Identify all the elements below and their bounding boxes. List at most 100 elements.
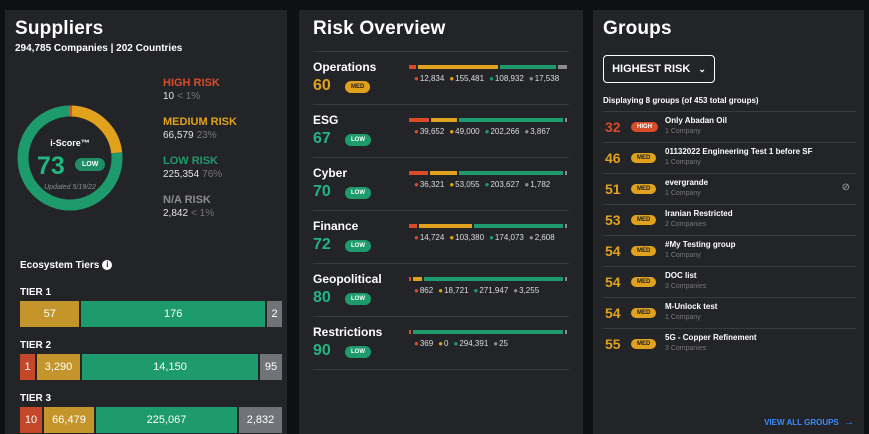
risk-stats: ●369 ●0 ●294,391 ●25 bbox=[409, 339, 508, 348]
risk-row[interactable]: Cyber 70 LOW ●36,321 ●53,055 ●203,627 ●1,782 bbox=[313, 158, 569, 211]
tier-segment[interactable]: 1 bbox=[20, 354, 35, 380]
group-row[interactable]: 53 MED Iranian Restricted 2 Companies bbox=[603, 204, 856, 235]
risk-count: 103,380 bbox=[455, 233, 485, 242]
risk-bar-segment bbox=[565, 118, 567, 122]
tier-segment[interactable]: 225,067 bbox=[96, 407, 237, 433]
group-company-count: 3 Companies bbox=[665, 283, 707, 290]
risk-count: 294,391 bbox=[459, 339, 489, 348]
group-row[interactable]: 54 MED DOC list 3 Companies bbox=[603, 266, 856, 297]
risk-bar-segment bbox=[418, 224, 472, 228]
tier-segment[interactable]: 95 bbox=[260, 354, 282, 380]
tier-segment[interactable]: 2 bbox=[267, 301, 282, 327]
risk-count: 3,867 bbox=[530, 127, 551, 136]
tier-segment[interactable]: 10 bbox=[20, 407, 42, 433]
legend-count: 225,354 bbox=[163, 169, 200, 180]
risk-bar-segment bbox=[409, 171, 428, 175]
group-name[interactable]: DOC list bbox=[665, 271, 697, 280]
bullet-icon: ● bbox=[489, 233, 494, 242]
tier-segment[interactable]: 3,290 bbox=[37, 354, 80, 380]
bullet-icon: ● bbox=[414, 180, 419, 189]
risk-count: 18,721 bbox=[444, 286, 469, 295]
risk-score: 60 bbox=[313, 77, 331, 94]
group-name[interactable]: M-Unlock test bbox=[665, 302, 717, 311]
group-row[interactable]: 54 MED #My Testing group 1 Company bbox=[603, 235, 856, 266]
iscore-pill: LOW bbox=[75, 158, 106, 171]
group-pill: MED bbox=[631, 215, 657, 225]
group-name[interactable]: Iranian Restricted bbox=[665, 209, 733, 218]
ecosystem-title: Ecosystem Tiers i bbox=[20, 260, 113, 271]
risk-bar bbox=[409, 224, 569, 228]
group-row[interactable]: 46 MED 01132022 Engineering Test 1 before … bbox=[603, 142, 856, 173]
group-name[interactable]: evergrande bbox=[665, 178, 708, 187]
group-name[interactable]: 5G - Copper Refinement bbox=[665, 333, 757, 342]
risk-bar-segment bbox=[409, 118, 430, 122]
bullet-icon: ● bbox=[449, 233, 455, 242]
risk-bar-segment bbox=[409, 224, 417, 228]
risk-count: 202,266 bbox=[490, 127, 520, 136]
legend-percent: < 1% bbox=[177, 91, 201, 102]
arrow-right-icon: → bbox=[844, 417, 854, 428]
legend-percent: 76% bbox=[202, 169, 223, 180]
risk-row[interactable]: Operations 60 MED ●12,834 ●155,481 ●108,932 ●1… bbox=[313, 52, 569, 105]
bullet-icon: ● bbox=[473, 286, 479, 295]
bullet-icon: ● bbox=[528, 233, 534, 242]
group-name[interactable]: Only Abadan Oil bbox=[665, 116, 727, 125]
risk-count: 39,652 bbox=[419, 127, 445, 136]
tier-segment[interactable]: 2,832 bbox=[239, 407, 282, 433]
bullet-icon: ● bbox=[414, 233, 419, 242]
risk-stats: ●39,652 ●49,000 ●202,266 ●3,867 bbox=[409, 127, 550, 136]
risk-row[interactable]: Finance 72 LOW ●14,724 ●103,380 ●174,073 ●2,60… bbox=[313, 211, 569, 264]
displaying-count: Displaying 8 groups (of 453 total groups… bbox=[603, 96, 759, 105]
bullet-icon: ● bbox=[484, 127, 490, 136]
tier-1: TIER 1 57 176 2 bbox=[20, 287, 282, 327]
group-name[interactable]: #My Testing group bbox=[665, 240, 736, 249]
group-company-count: 2 Companies bbox=[665, 221, 707, 228]
tier-segment[interactable]: 66,479 bbox=[44, 407, 94, 433]
group-name[interactable]: 01132022 Engineering Test 1 before SF bbox=[665, 147, 812, 156]
suppliers-title: Suppliers bbox=[15, 18, 104, 39]
iscore-donut[interactable]: i-Score™ 73 LOW Updated 5/19/22 bbox=[15, 103, 125, 213]
groups-panel: Groups HIGHEST RISK ⌄ Displaying 8 group… bbox=[593, 10, 864, 434]
risk-bar bbox=[409, 118, 569, 122]
groups-title: Groups bbox=[603, 18, 672, 39]
bullet-icon: ● bbox=[449, 127, 455, 136]
view-all-groups-link[interactable]: VIEW ALL GROUPS → bbox=[764, 417, 854, 428]
tier-segment[interactable]: 176 bbox=[81, 301, 265, 327]
tier-name: TIER 1 bbox=[20, 287, 52, 298]
tier-segment[interactable]: 57 bbox=[20, 301, 80, 327]
risk-pill: LOW bbox=[345, 293, 371, 305]
group-row[interactable]: 55 MED 5G - Copper Refinement 3 Companies bbox=[603, 328, 856, 359]
group-row[interactable]: 32 HIGH Only Abadan Oil 1 Company bbox=[603, 111, 856, 142]
group-pill: HIGH bbox=[631, 122, 658, 132]
risk-overview-panel: Risk Overview Operations 60 MED ●12,834 ●155… bbox=[299, 10, 583, 434]
group-company-count: 1 Company bbox=[665, 252, 701, 259]
risk-score: 72 bbox=[313, 236, 331, 253]
risk-stats: ●12,834 ●155,481 ●108,932 ●17,538 bbox=[409, 74, 559, 83]
group-row[interactable]: 51 MED evergrande 1 Company ⊘ bbox=[603, 173, 856, 204]
risk-category-name: Geopolitical bbox=[313, 272, 382, 286]
risk-count: 271,947 bbox=[479, 286, 509, 295]
risk-row[interactable]: Restrictions 90 LOW ●369 ●0 ●294,391 ●25 bbox=[313, 317, 569, 370]
legend-label: LOW RISK bbox=[163, 155, 218, 167]
risk-count: 36,321 bbox=[419, 180, 445, 189]
legend-item: N/A RISK 2,842 < 1% bbox=[163, 194, 214, 219]
view-all-label: VIEW ALL GROUPS bbox=[764, 418, 839, 427]
legend-percent: < 1% bbox=[191, 208, 215, 219]
bullet-icon: ● bbox=[493, 339, 499, 348]
risk-bar-segment bbox=[409, 330, 411, 334]
risk-category-name: Operations bbox=[313, 60, 377, 74]
risk-count: 369 bbox=[419, 339, 434, 348]
tier-segment[interactable]: 14,150 bbox=[82, 354, 258, 380]
risk-bar-segment bbox=[565, 224, 567, 228]
risk-row[interactable]: ESG 67 LOW ●39,652 ●49,000 ●202,266 ●3,867 bbox=[313, 105, 569, 158]
tier-bar: 57 176 2 bbox=[20, 301, 282, 327]
group-row[interactable]: 54 MED M-Unlock test 1 Company bbox=[603, 297, 856, 328]
sort-dropdown[interactable]: HIGHEST RISK ⌄ bbox=[603, 55, 715, 83]
legend-count: 2,842 bbox=[163, 208, 189, 219]
iscore-value: 73 bbox=[37, 152, 65, 180]
legend-label: HIGH RISK bbox=[163, 77, 220, 89]
risk-row[interactable]: Geopolitical 80 LOW ●862 ●18,721 ●271,947 ●3,2… bbox=[313, 264, 569, 317]
eye-slash-icon[interactable]: ⊘ bbox=[842, 182, 850, 193]
info-icon[interactable]: i bbox=[102, 260, 113, 271]
risk-category-name: ESG bbox=[313, 113, 339, 127]
